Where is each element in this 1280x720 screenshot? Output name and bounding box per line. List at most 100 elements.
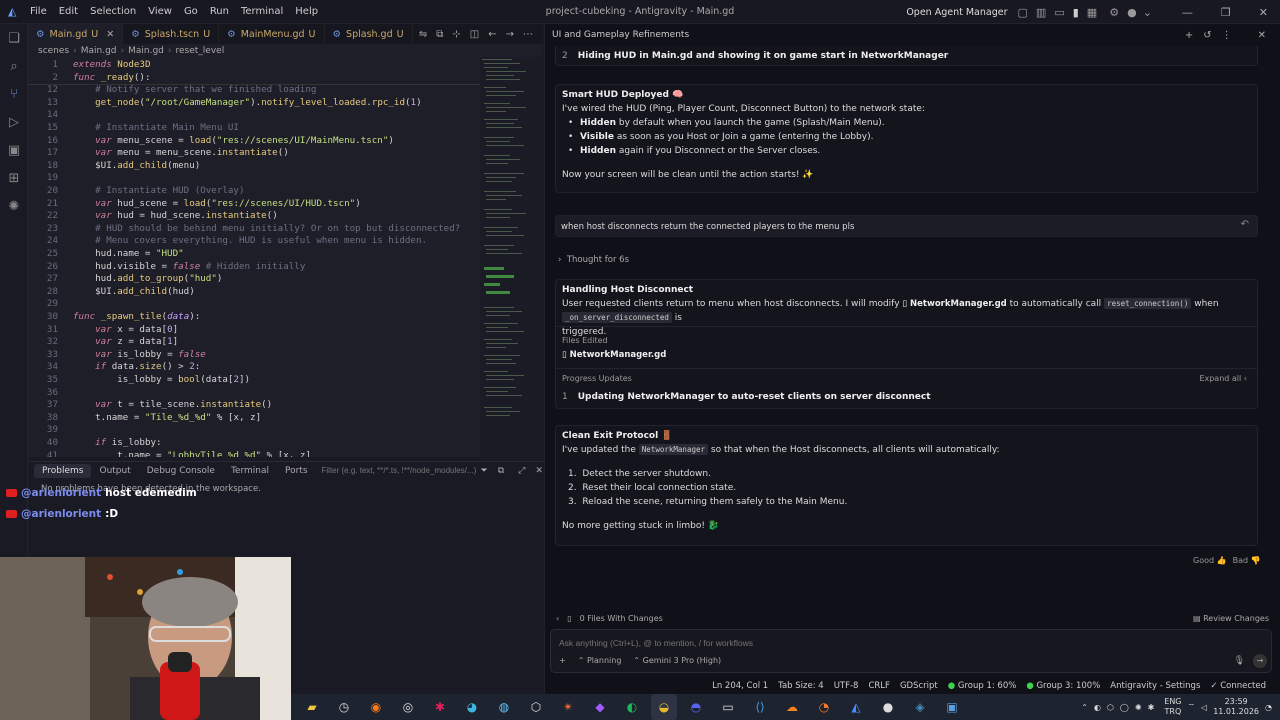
thought-toggle[interactable]: › Thought for 6s: [558, 253, 629, 267]
menu-file[interactable]: File: [30, 6, 47, 17]
pin-icon[interactable]: ⊹: [452, 29, 460, 40]
antigravity-icon[interactable]: ◭: [843, 694, 869, 720]
problems-filter-input[interactable]: [321, 463, 477, 478]
split-editor-icon[interactable]: ◫: [470, 29, 479, 40]
breadcrumb-item[interactable]: scenes: [38, 46, 69, 56]
history-icon[interactable]: ↺: [1203, 30, 1211, 41]
tray-overflow-icon[interactable]: ⌃: [1081, 703, 1088, 712]
expand-all-button[interactable]: Expand all ‹: [1199, 372, 1247, 386]
model-selector[interactable]: ⌃ Gemini 3 Pro (High): [633, 656, 721, 665]
menu-run[interactable]: Run: [210, 6, 229, 17]
line-ending[interactable]: CRLF: [868, 681, 889, 691]
open-agent-manager-button[interactable]: Open Agent Manager: [906, 7, 1007, 18]
filter-icon[interactable]: ⏷: [481, 466, 488, 476]
app-icon[interactable]: ●: [875, 694, 901, 720]
group-3-status[interactable]: ● Group 3: 100%: [1026, 681, 1100, 691]
clock[interactable]: 23:59 11.01.2026: [1213, 697, 1259, 717]
chat-input[interactable]: [559, 636, 1159, 650]
file-explorer-icon[interactable]: ▰: [299, 694, 325, 720]
good-button[interactable]: Good 👍: [1193, 554, 1227, 568]
forward-arrow-icon[interactable]: →: [506, 29, 514, 40]
account-icon[interactable]: ●: [1127, 6, 1137, 19]
spotify-icon[interactable]: ◐: [619, 694, 645, 720]
menu-selection[interactable]: Selection: [90, 6, 136, 17]
tray-app-icon[interactable]: ◯: [1120, 703, 1129, 712]
menu-edit[interactable]: Edit: [59, 6, 78, 17]
explorer-icon[interactable]: ❏: [0, 24, 28, 52]
firefox-icon[interactable]: ◉: [363, 694, 389, 720]
undo-icon[interactable]: ↶: [1241, 219, 1249, 230]
maximize-button[interactable]: ❐: [1221, 6, 1231, 19]
notification-icon[interactable]: ◔: [1265, 703, 1272, 712]
code-editor[interactable]: 1 extends Node3D 2 func _ready(): 12 # Notif…: [28, 57, 480, 457]
tab-debug-console[interactable]: Debug Console: [139, 466, 223, 476]
group-1-status[interactable]: ● Group 1: 60%: [948, 681, 1017, 691]
edge-icon[interactable]: ◕: [459, 694, 485, 720]
minimize-button[interactable]: —: [1182, 6, 1193, 19]
remote-explorer-icon[interactable]: ▣: [0, 136, 28, 164]
agent-icon[interactable]: ✺: [0, 192, 28, 220]
more-icon[interactable]: ⋮: [1222, 30, 1232, 41]
menu-go[interactable]: Go: [184, 6, 198, 17]
settings-icon[interactable]: ⚙: [1109, 6, 1119, 19]
vscode-icon[interactable]: ⟨⟩: [747, 694, 773, 720]
close-panel-icon[interactable]: ✕: [535, 466, 543, 476]
tray-app-icon[interactable]: ✱: [1148, 703, 1155, 712]
godot-icon[interactable]: ◈: [907, 694, 933, 720]
cloudflare-icon[interactable]: ☁: [779, 694, 805, 720]
review-changes-button[interactable]: ▤ Review Changes: [1193, 612, 1269, 626]
volume-icon[interactable]: ◁: [1201, 703, 1207, 712]
keyboard-language[interactable]: ENG TRQ: [1164, 697, 1181, 717]
tab-output[interactable]: Output: [91, 466, 138, 476]
app-icon[interactable]: ▣: [939, 694, 965, 720]
editor-tab[interactable]: ⚙ Main.gd U ✕: [28, 24, 124, 44]
unity-icon[interactable]: ⬡: [523, 694, 549, 720]
tab-terminal[interactable]: Terminal: [223, 466, 277, 476]
close-tab-icon[interactable]: ✕: [106, 29, 114, 40]
network-icon[interactable]: ⌔: [1188, 702, 1196, 712]
layout-icon[interactable]: ▥: [1036, 6, 1046, 19]
blender-icon[interactable]: ◔: [811, 694, 837, 720]
breadcrumb-item[interactable]: reset_level: [176, 46, 225, 56]
connection-status[interactable]: ✓ Connected: [1210, 681, 1266, 691]
files-changes-bar[interactable]: ‹ ▯ 0 Files With Changes: [556, 612, 663, 626]
settings-status[interactable]: Antigravity - Settings: [1110, 681, 1200, 691]
more-icon[interactable]: ⋯: [523, 29, 533, 40]
chrome-icon[interactable]: ◒: [651, 694, 677, 720]
maximize-panel-icon[interactable]: ⤢: [518, 466, 525, 476]
file-chip[interactable]: ▯ NetworkManager.gd: [902, 299, 1006, 309]
menu-help[interactable]: Help: [295, 6, 318, 17]
layout-icon[interactable]: ▦: [1087, 6, 1097, 19]
chevron-down-icon[interactable]: ⌄: [1143, 6, 1152, 19]
add-context-button[interactable]: +: [559, 656, 566, 665]
cursor-position[interactable]: Ln 204, Col 1: [712, 681, 768, 691]
back-arrow-icon[interactable]: ←: [488, 29, 496, 40]
new-chat-icon[interactable]: +: [1185, 30, 1193, 41]
send-button[interactable]: →: [1253, 654, 1267, 668]
tab-ports[interactable]: Ports: [277, 466, 316, 476]
slack-icon[interactable]: ✱: [427, 694, 453, 720]
git-compare-icon[interactable]: ⇋: [419, 29, 427, 40]
panel-toggle-icon[interactable]: ▭: [1054, 6, 1064, 19]
layout-icon[interactable]: ▢: [1018, 6, 1028, 19]
bad-button[interactable]: Bad 👎: [1233, 554, 1261, 568]
language-mode[interactable]: GDScript: [900, 681, 938, 691]
minimap[interactable]: [480, 57, 543, 457]
tab-size[interactable]: Tab Size: 4: [778, 681, 824, 691]
steam-icon[interactable]: ◍: [491, 694, 517, 720]
source-control-icon[interactable]: ⑂: [0, 80, 28, 108]
copy-icon[interactable]: ⧉: [436, 29, 443, 40]
editor-tab[interactable]: ⚙ MainMenu.gd U: [219, 24, 325, 44]
microphone-icon[interactable]: 🎙: [1234, 656, 1245, 666]
search-icon[interactable]: ⌕: [0, 52, 28, 80]
mode-selector[interactable]: ⌃ Planning: [578, 656, 622, 665]
menu-terminal[interactable]: Terminal: [241, 6, 283, 17]
tray-app-icon[interactable]: ✺: [1135, 703, 1142, 712]
breadcrumb-item[interactable]: Main.gd: [81, 46, 117, 56]
clock-app-icon[interactable]: ◷: [331, 694, 357, 720]
encoding[interactable]: UTF-8: [834, 681, 859, 691]
close-button[interactable]: ✕: [1259, 6, 1268, 19]
discord-icon[interactable]: ◓: [683, 694, 709, 720]
sidebar-toggle-icon[interactable]: ▮: [1073, 6, 1079, 19]
editor-tab[interactable]: ⚙ Splash.tscn U: [123, 24, 220, 44]
